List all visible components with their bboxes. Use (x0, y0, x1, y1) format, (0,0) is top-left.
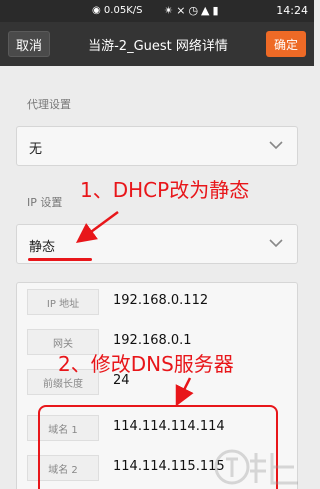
proxy-select[interactable]: 无 (16, 126, 298, 166)
page-title: 当游-2_Guest 网络详情 (88, 38, 228, 54)
chevron-down-icon (269, 141, 283, 150)
bluetooth-icon: ✴ (164, 4, 177, 17)
annotation-step-1: 1、DHCP改为静态 (80, 178, 250, 202)
proxy-section-label: 代理设置 (27, 98, 71, 111)
gateway-input[interactable]: 192.168.0.1 (113, 333, 192, 348)
title-bar: 取消 当游-2_Guest 网络详情 确定 (0, 22, 314, 66)
chevron-down-icon (269, 239, 283, 248)
wifi-icon: ◉ (92, 5, 101, 16)
proxy-select-value: 无 (29, 142, 43, 157)
status-bar: ◉ 0.05K/S ✴⨯◷▲▮ 14:24 (0, 0, 314, 22)
annotation-step-2: 2、修改DNS服务器 (58, 352, 234, 376)
annotation-underline (28, 258, 92, 261)
field-label: IP 地址 (27, 289, 99, 315)
clock: 14:24 (276, 4, 308, 17)
silent-icon: ⨯ (176, 4, 189, 17)
cancel-button[interactable]: 取消 (8, 31, 50, 57)
field-ip-address: IP 地址 192.168.0.112 (17, 283, 299, 321)
status-icons: ✴⨯◷▲▮ (164, 4, 222, 17)
network-details-screen: ◉ 0.05K/S ✴⨯◷▲▮ 14:24 取消 当游-2_Guest 网络详情… (0, 0, 314, 489)
watermark-logo (214, 449, 298, 485)
alarm-icon: ◷ (188, 4, 202, 17)
ip-address-input[interactable]: 192.168.0.112 (113, 293, 208, 308)
confirm-button[interactable]: 确定 (266, 31, 306, 57)
ip-settings-value: 静态 (29, 240, 56, 255)
net-speed: ◉ 0.05K/S (92, 5, 143, 16)
signal-icon: ▲ (201, 4, 213, 17)
battery-icon: ▮ (212, 4, 222, 17)
ip-section-label: IP 设置 (27, 196, 63, 209)
